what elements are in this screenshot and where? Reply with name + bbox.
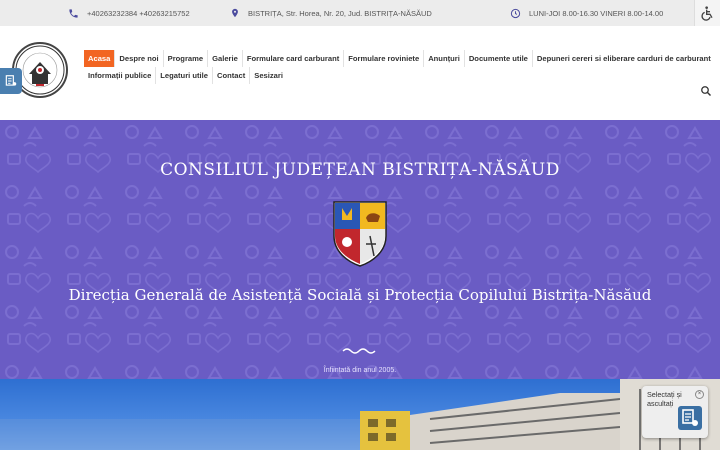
clock-icon — [510, 8, 521, 18]
wave-divider — [342, 348, 376, 354]
nav-item-sesizari[interactable]: Sesizari — [250, 67, 287, 84]
nav-item-formulare-card-carburant[interactable]: Formulare card carburant — [243, 50, 345, 67]
nav-row-2: Informații publice Legaturi utile Contact S… — [84, 67, 684, 84]
nav-item-programe[interactable]: Programe — [164, 50, 209, 67]
address-text: BISTRIȚA, Str. Horea, Nr. 20, Jud. BISTR… — [248, 8, 432, 18]
nav-item-anunțuri[interactable]: Anunțuri — [424, 50, 465, 67]
contact-phone[interactable]: +40263232384 +40263215752 — [68, 0, 190, 26]
reader-icon[interactable] — [678, 406, 702, 430]
county-crest — [333, 201, 387, 267]
reader-side-tab[interactable] — [0, 68, 22, 94]
nav-item-formulare-roviniete[interactable]: Formulare roviniete — [344, 50, 425, 67]
phone-icon — [69, 8, 78, 18]
location-pin-icon — [232, 8, 238, 18]
hero-banner: CONSILIUL JUDEȚEAN BISTRIȚA-NĂSĂUD Direc… — [0, 120, 720, 379]
nav-item-acasa[interactable]: Acasa — [84, 50, 116, 67]
council-title: CONSILIUL JUDEȚEAN BISTRIȚA-NĂSĂUD — [160, 160, 560, 180]
search-icon — [701, 86, 711, 96]
contact-hours: LUNI-JOI 8.00-16.30 VINERI 8.00-14.00 — [510, 0, 663, 26]
nav-item-informații-publice[interactable]: Informații publice — [84, 67, 157, 84]
building-illustration — [0, 379, 720, 450]
top-info-bar: +40263232384 +40263215752 BISTRIȚA, Str.… — [0, 0, 720, 26]
nav-item-contact[interactable]: Contact — [213, 67, 251, 84]
accessibility-icon — [700, 6, 713, 21]
nav-item-depuneri-cereri-si-eliberare-carduri-de-carburant[interactable]: Depuneri cereri si eliberare carduri de … — [533, 50, 715, 67]
contact-address: BISTRIȚA, Str. Horea, Nr. 20, Jud. BISTR… — [230, 0, 432, 26]
text-to-speech-widget[interactable]: Selectați și ascultați × — [642, 386, 708, 438]
nav-item-despre-noi[interactable]: Despre noi — [115, 50, 164, 67]
site-header: Acasa Despre noi Programe Galerie Formulare … — [0, 26, 720, 120]
reader-icon — [5, 75, 17, 86]
hours-text: LUNI-JOI 8.00-16.30 VINERI 8.00-14.00 — [529, 8, 664, 18]
accessibility-button[interactable] — [694, 0, 720, 26]
search-button[interactable] — [700, 84, 714, 98]
nav-row-1: Acasa Despre noi Programe Galerie Formulare … — [84, 50, 711, 67]
main-navigation: Acasa Despre noi Programe Galerie Formulare … — [84, 50, 711, 84]
building-photo — [0, 379, 720, 450]
nav-item-galerie[interactable]: Galerie — [208, 50, 243, 67]
nav-item-documente-utile[interactable]: Documente utile — [465, 50, 533, 67]
founded-text: Înființată din anul 2005. — [323, 367, 397, 374]
phone-text: +40263232384 +40263215752 — [87, 8, 190, 18]
nav-item-legaturi-utile[interactable]: Legaturi utile — [156, 67, 213, 84]
close-icon[interactable]: × — [695, 390, 704, 399]
directorate-title: Direcția Generală de Asistență Socială ș… — [68, 286, 652, 304]
